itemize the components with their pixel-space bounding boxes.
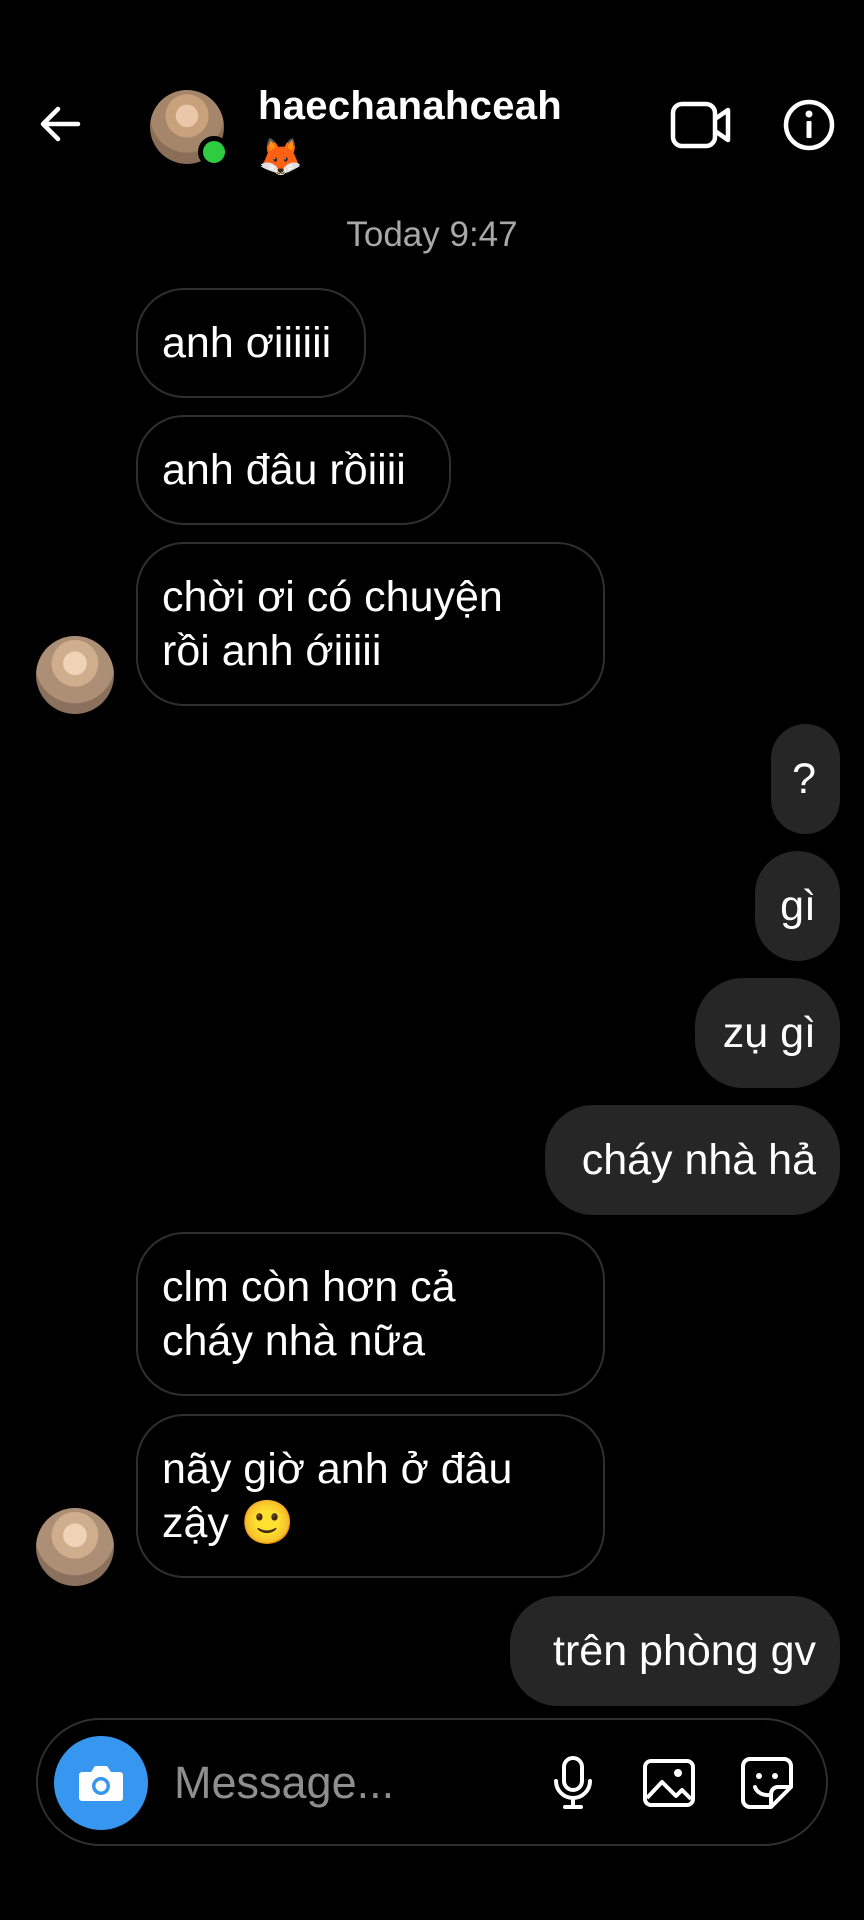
microphone-icon	[554, 1756, 592, 1809]
message-bubble-outgoing[interactable]: ?	[771, 724, 840, 834]
sender-avatar[interactable]	[36, 636, 114, 714]
camera-button[interactable]	[54, 1736, 148, 1830]
chat-header: haechanahceah 🦊	[0, 0, 864, 210]
video-call-icon	[670, 101, 731, 149]
gallery-button[interactable]	[634, 1748, 704, 1818]
conversation-timestamp: Today 9:47	[346, 215, 518, 254]
message-bubble-outgoing[interactable]: gì	[755, 851, 840, 961]
camera-icon	[79, 1766, 123, 1801]
back-button[interactable]	[36, 100, 84, 148]
message-bubble-incoming[interactable]: nãy giờ anh ở đâu zậy 🙂	[136, 1414, 605, 1578]
message-bubble-incoming[interactable]: clm còn hơn cả cháy nhà nữa	[136, 1232, 605, 1396]
message-bubble-outgoing[interactable]: cháy nhà hả	[545, 1105, 840, 1215]
contact-avatar[interactable]	[150, 90, 230, 168]
gallery-icon	[643, 1759, 695, 1807]
info-icon	[783, 99, 835, 151]
message-input[interactable]	[174, 1748, 534, 1818]
message-bubble-outgoing[interactable]: trên phòng gv	[510, 1596, 840, 1706]
message-bubble-outgoing[interactable]: zụ gì	[695, 978, 840, 1088]
sticker-button[interactable]	[732, 1748, 802, 1818]
message-bubble-incoming[interactable]: anh đâu rồiiii	[136, 415, 451, 525]
voice-message-button[interactable]	[538, 1748, 608, 1818]
sender-avatar[interactable]	[36, 1508, 114, 1586]
message-composer	[36, 1718, 828, 1846]
contact-username[interactable]: haechanahceah	[258, 84, 562, 129]
message-bubble-incoming[interactable]: chời ơi có chuyện rồi anh ớiiiii	[136, 542, 605, 706]
sticker-icon	[741, 1757, 793, 1809]
info-button[interactable]	[782, 98, 836, 152]
back-arrow-icon	[40, 106, 81, 142]
status-emoji: 🦊	[258, 136, 303, 177]
video-call-button[interactable]	[670, 98, 732, 152]
online-status-dot	[198, 136, 230, 168]
message-bubble-incoming[interactable]: anh ơiiiiii	[136, 288, 366, 398]
